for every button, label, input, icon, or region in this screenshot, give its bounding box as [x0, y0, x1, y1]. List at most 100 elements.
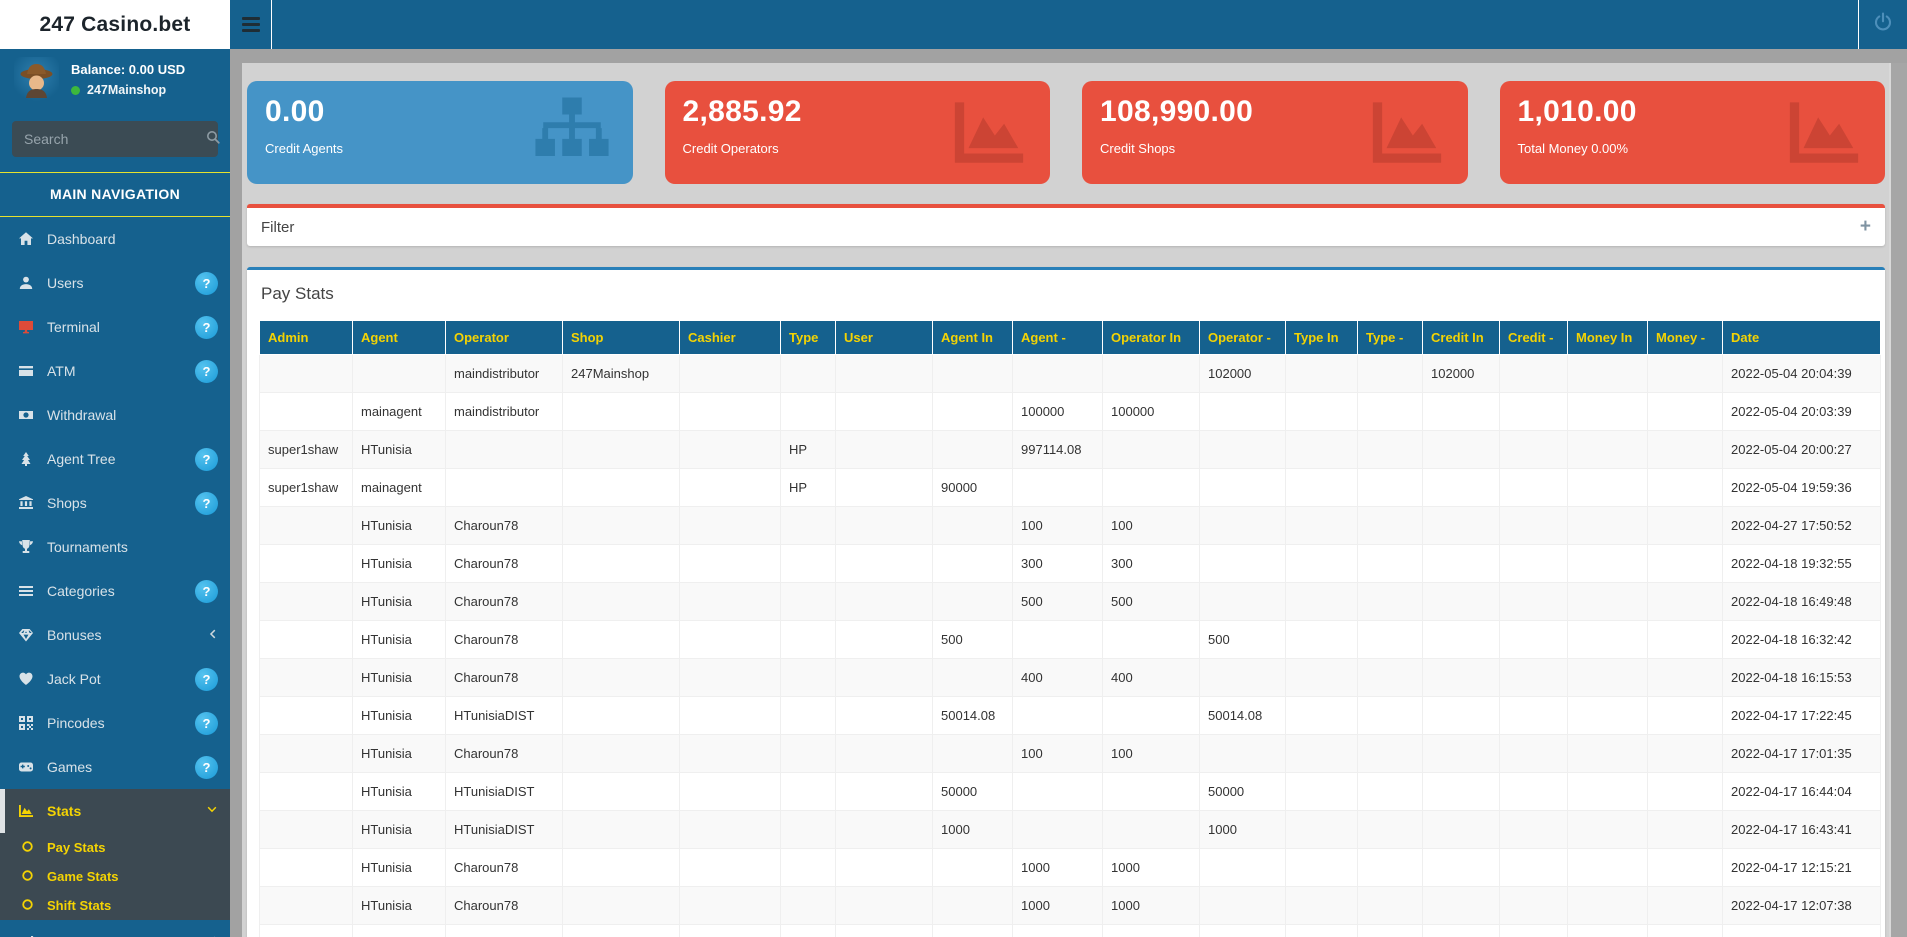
cell-type: HP — [780, 430, 836, 469]
sidebar-item-atm[interactable]: ATM? — [0, 349, 230, 393]
sidebar-toggle-button[interactable] — [230, 0, 272, 49]
cell-agent-minus — [1012, 620, 1103, 659]
column-header-type-minus[interactable]: Type - — [1357, 320, 1423, 355]
cell-shop — [562, 886, 680, 925]
search-icon[interactable] — [205, 129, 221, 150]
column-header-user[interactable]: User — [835, 320, 933, 355]
sidebar-item-pincodes[interactable]: Pincodes? — [0, 701, 230, 745]
vertical-scrollbar[interactable] — [1889, 63, 1907, 937]
submenu-item-game-stats[interactable]: Game Stats — [0, 862, 230, 891]
submenu-item-shift-stats[interactable]: Shift Stats — [0, 891, 230, 920]
sidebar-item-terminal[interactable]: Terminal? — [0, 305, 230, 349]
cell-credit-in — [1422, 772, 1500, 811]
sidebar-item-users[interactable]: Users? — [0, 261, 230, 305]
cell-type-minus — [1357, 886, 1423, 925]
sidebar-item-categories[interactable]: Categories? — [0, 569, 230, 613]
home-icon — [18, 230, 36, 248]
column-header-cashier[interactable]: Cashier — [679, 320, 781, 355]
filter-panel-header[interactable]: Filter + — [247, 204, 1885, 246]
cell-agent: HTunisia — [352, 620, 446, 659]
cell-money-in — [1567, 392, 1648, 431]
cell-type — [780, 696, 836, 735]
cell-type — [780, 886, 836, 925]
cell-type-minus — [1357, 620, 1423, 659]
submenu-item-pay-stats[interactable]: Pay Stats — [0, 833, 230, 862]
column-header-money-in[interactable]: Money In — [1567, 320, 1648, 355]
sidebar-item-bonuses[interactable]: Bonuses — [0, 613, 230, 657]
cell-cashier — [679, 848, 781, 887]
column-header-shop[interactable]: Shop — [562, 320, 680, 355]
cell-type — [780, 544, 836, 583]
column-header-credit-in[interactable]: Credit In — [1422, 320, 1500, 355]
sidebar-item-shops[interactable]: Shops? — [0, 481, 230, 525]
activity-log-icon — [18, 933, 36, 937]
cell-date: 2022-04-18 19:32:55 — [1722, 544, 1881, 583]
help-badge[interactable]: ? — [195, 579, 218, 603]
cell-credit-minus — [1499, 734, 1568, 773]
cell-money-in — [1567, 886, 1648, 925]
column-header-admin[interactable]: Admin — [259, 320, 353, 355]
cell-agent-in — [932, 734, 1013, 773]
column-header-operator[interactable]: Operator — [445, 320, 563, 355]
cell-credit-in — [1422, 810, 1500, 849]
cell-credit-in — [1422, 544, 1500, 583]
help-badge[interactable]: ? — [195, 667, 218, 691]
column-header-agent-minus[interactable]: Agent - — [1012, 320, 1103, 355]
cell-credit-in — [1422, 848, 1500, 887]
column-header-money-minus[interactable]: Money - — [1647, 320, 1723, 355]
help-badge[interactable]: ? — [195, 359, 218, 383]
cell-agent-minus — [1012, 354, 1103, 393]
help-badge[interactable]: ? — [195, 271, 218, 295]
sidebar-item-games[interactable]: Games? — [0, 745, 230, 789]
cell-operator — [445, 468, 563, 507]
column-header-type[interactable]: Type — [780, 320, 836, 355]
expand-icon[interactable]: + — [1860, 216, 1871, 238]
sidebar-item-dashboard[interactable]: Dashboard — [0, 217, 230, 261]
table-row: HTunisia HTunisiaDIST 50014.08 50014.08 2022… — [259, 696, 1881, 735]
cell-operator: Charoun78 — [445, 886, 563, 925]
search-input[interactable] — [24, 131, 205, 147]
cell-date: 2022-04-17 16:43:41 — [1722, 810, 1881, 849]
sidebar-item-stats[interactable]: Stats — [0, 789, 230, 833]
logout-button[interactable] — [1858, 0, 1907, 49]
column-header-type-in[interactable]: Type In — [1285, 320, 1358, 355]
help-badge[interactable]: ? — [195, 491, 218, 515]
cell-credit-minus — [1499, 772, 1568, 811]
cell-date: 2022-04-18 16:32:42 — [1722, 620, 1881, 659]
cell-type-minus — [1357, 582, 1423, 621]
column-header-operator-in[interactable]: Operator In — [1102, 320, 1200, 355]
cell-money-minus — [1647, 696, 1723, 735]
sidebar-item-agent-tree[interactable]: Agent Tree? — [0, 437, 230, 481]
cell-operator: Charoun78 — [445, 620, 563, 659]
cell-admin: super1shaw — [259, 430, 353, 469]
table-row: HTunisia Charoun78 1000 1000 2022-04-17 12:0… — [259, 886, 1881, 925]
left-scroll-gutter[interactable] — [230, 63, 242, 937]
cell-type-in — [1285, 582, 1358, 621]
help-badge[interactable]: ? — [195, 447, 218, 471]
help-badge[interactable]: ? — [195, 711, 218, 735]
help-badge[interactable]: ? — [195, 755, 218, 779]
column-header-credit-minus[interactable]: Credit - — [1499, 320, 1568, 355]
hamburger-icon — [241, 17, 260, 20]
horizontal-scroll-gutter[interactable] — [230, 49, 1907, 63]
app-logo[interactable]: 247 Casino.bet — [0, 0, 230, 49]
filter-title: Filter — [261, 218, 295, 236]
column-header-operator-minus[interactable]: Operator - — [1199, 320, 1286, 355]
tournaments-icon — [18, 538, 36, 556]
sidebar-item-jack-pot[interactable]: Jack Pot? — [0, 657, 230, 701]
cell-date: 2022-05-04 20:04:39 — [1722, 354, 1881, 393]
sidebar-item-tournaments[interactable]: Tournaments — [0, 525, 230, 569]
column-header-date[interactable]: Date — [1722, 320, 1881, 355]
column-header-agent-in[interactable]: Agent In — [932, 320, 1013, 355]
help-badge[interactable]: ? — [195, 315, 218, 339]
submenu-item-label: Shift Stats — [47, 898, 112, 913]
cell-agent-minus — [1012, 468, 1103, 507]
sidebar-item-withdrawal[interactable]: Withdrawal — [0, 393, 230, 437]
sidebar-item-activity-log[interactable]: Activity Log — [0, 920, 230, 937]
shop-name: 247Mainshop — [87, 83, 167, 97]
submenu-item-label: Pay Stats — [47, 840, 106, 855]
cell-type-minus — [1357, 924, 1423, 937]
sidebar-item-label: Bonuses — [47, 627, 102, 643]
column-header-agent[interactable]: Agent — [352, 320, 446, 355]
table-row: super1shaw mainagent HP 90000 2022-05-04 19:… — [259, 468, 1881, 507]
